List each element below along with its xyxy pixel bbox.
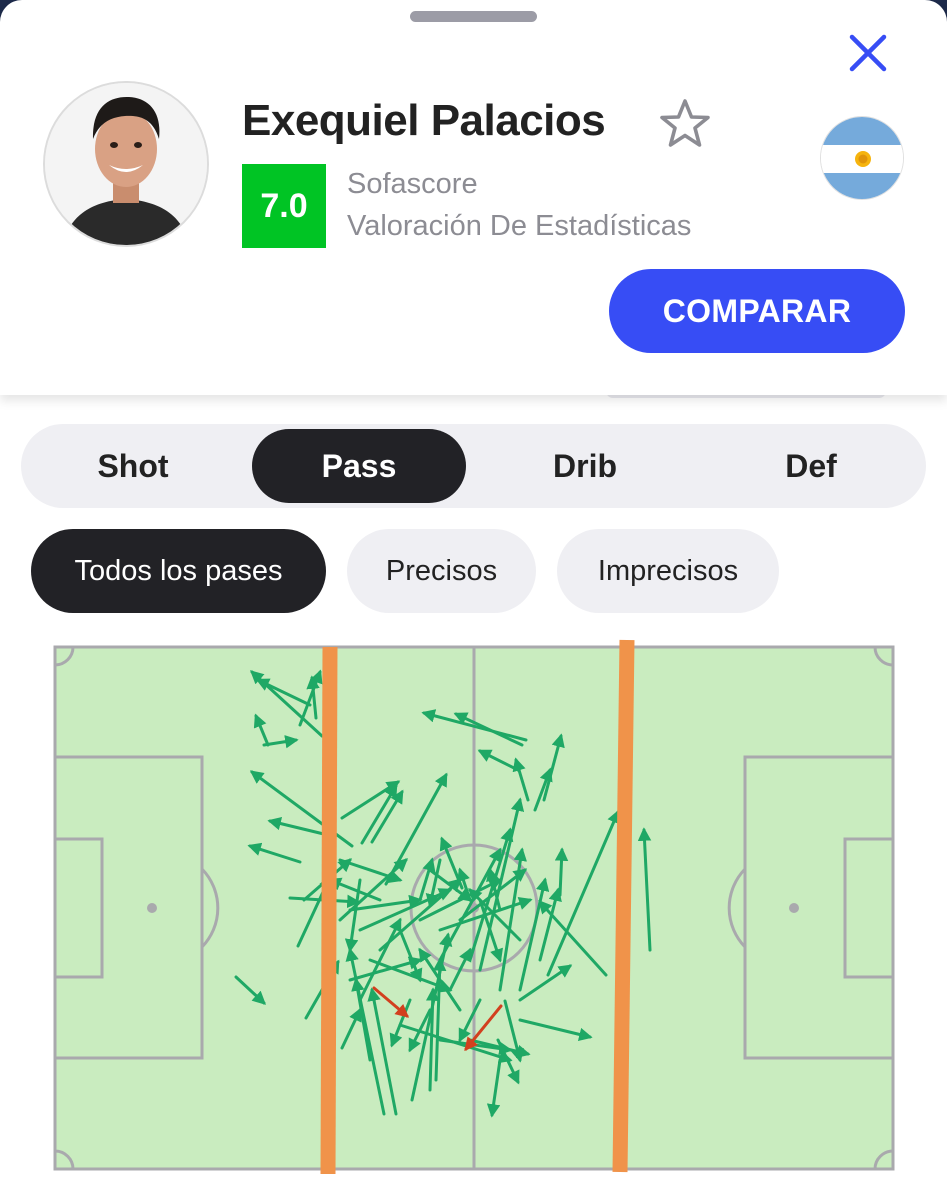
drag-handle[interactable] xyxy=(410,11,537,22)
player-name: Exequiel Palacios xyxy=(242,96,606,145)
player-sheet: Exequiel Palacios 7.0 Sofascore Valoraci… xyxy=(0,0,947,395)
zone-line-right xyxy=(612,639,635,1173)
zone-line-left xyxy=(320,646,338,1175)
rating-label: Valoración De Estadísticas xyxy=(347,210,692,242)
favorite-star-icon[interactable] xyxy=(656,96,714,152)
accurate-pass-arrow xyxy=(554,847,569,897)
rating-badge: 7.0 xyxy=(242,164,326,248)
compare-button[interactable]: COMPARAR xyxy=(609,269,905,353)
close-icon[interactable] xyxy=(838,28,898,80)
argentina-flag-icon xyxy=(820,116,904,200)
player-avatar xyxy=(43,81,209,247)
rating-source: Sofascore xyxy=(347,168,478,200)
